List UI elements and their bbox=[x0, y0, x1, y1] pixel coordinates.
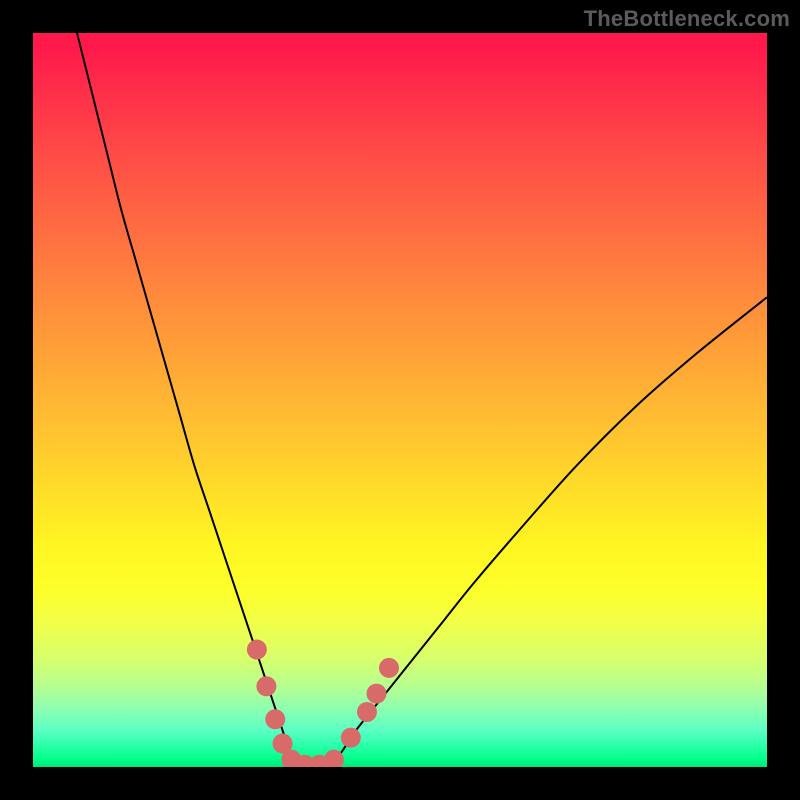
bottleneck-curve-path bbox=[77, 33, 767, 767]
data-marker bbox=[265, 709, 285, 729]
data-marker bbox=[256, 676, 276, 696]
data-marker bbox=[357, 702, 377, 722]
watermark-text: TheBottleneck.com bbox=[584, 6, 790, 32]
curve-layer bbox=[33, 33, 767, 767]
data-marker bbox=[367, 684, 387, 704]
data-marker bbox=[247, 640, 267, 660]
plot-area bbox=[33, 33, 767, 767]
chart-frame: TheBottleneck.com bbox=[0, 0, 800, 800]
data-marker bbox=[379, 658, 399, 678]
data-marker bbox=[341, 728, 361, 748]
marker-group bbox=[247, 640, 399, 767]
